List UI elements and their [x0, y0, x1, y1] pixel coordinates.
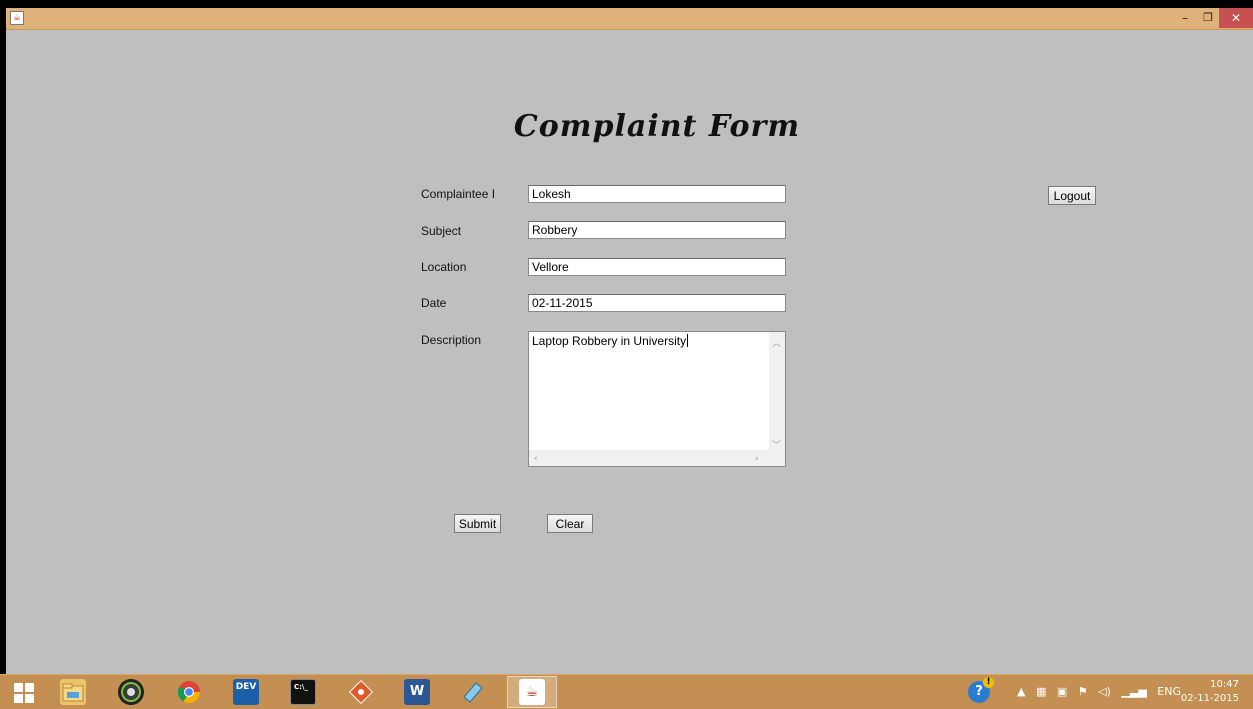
logout-button[interactable]: Logout [1048, 186, 1096, 205]
complaintee-field[interactable] [528, 185, 786, 203]
minimize-button[interactable]: – [1173, 8, 1197, 28]
date-label: Date [421, 296, 447, 310]
taskbar: DEV C:\_ W ☕ ? ! ▲ ▦ ▣ ⚑ ◁) ▁▃▅ ENG 10:4… [0, 674, 1253, 709]
description-textarea[interactable]: Laptop Robbery in University ︿ ﹀ ‹ › [528, 331, 786, 467]
show-hidden-icons-icon[interactable]: ▲ [1017, 685, 1025, 698]
maximize-button[interactable]: ❐ [1197, 8, 1219, 28]
command-prompt-icon[interactable]: C:\_ [290, 679, 316, 705]
battery-icon[interactable]: ▣ [1057, 685, 1067, 698]
network-signal-icon[interactable]: ▁▃▅ [1121, 685, 1146, 698]
title-bar[interactable]: ☕ – ❐ ✕ [6, 8, 1253, 30]
complaintee-label: Complaintee I [421, 187, 496, 201]
warning-icon[interactable]: ! [983, 677, 994, 688]
description-value: Laptop Robbery in University [532, 334, 687, 348]
cmd-label: C:\_ [294, 683, 308, 691]
windows-start-icon[interactable] [14, 683, 34, 703]
clock-date: 02-11-2015 [1180, 693, 1239, 704]
camera-icon[interactable] [118, 679, 144, 705]
vertical-scrollbar[interactable]: ︿ ﹀ [769, 332, 785, 451]
date-field[interactable] [528, 294, 786, 312]
file-explorer-icon[interactable] [60, 679, 86, 705]
language-indicator[interactable]: ENG [1157, 685, 1181, 698]
submit-button[interactable]: Submit [454, 514, 501, 533]
scroll-left-icon[interactable]: ‹ [534, 454, 538, 464]
dev-label: DEV [235, 682, 257, 692]
git-icon[interactable] [348, 679, 374, 705]
subject-label: Subject [421, 224, 462, 238]
word-icon[interactable]: W [404, 679, 430, 705]
location-field[interactable] [528, 258, 786, 276]
volume-icon[interactable]: ◁) [1098, 685, 1111, 698]
close-button[interactable]: ✕ [1219, 8, 1253, 28]
java-icon: ☕ [519, 679, 545, 705]
action-center-icon[interactable]: ▦ [1036, 685, 1046, 698]
text-caret [687, 334, 689, 347]
description-text: Laptop Robbery in University [532, 334, 689, 348]
taskbar-clock[interactable]: 10:47 02-11-2015 [1181, 678, 1239, 706]
flag-icon[interactable]: ⚑ [1078, 685, 1088, 698]
word-label: W [409, 684, 425, 699]
java-app-icon: ☕ [10, 11, 24, 25]
scroll-right-icon[interactable]: › [755, 454, 759, 464]
clear-button[interactable]: Clear [547, 514, 593, 533]
system-tray: ▲ ▦ ▣ ⚑ ◁) ▁▃▅ ENG [1010, 685, 1181, 698]
form-title: Complaint Form [513, 109, 801, 144]
subject-field[interactable] [528, 221, 786, 239]
description-label: Description [421, 333, 482, 347]
notepad-icon[interactable] [460, 679, 486, 705]
horizontal-scrollbar[interactable]: ‹ › [529, 450, 769, 466]
location-label: Location [421, 260, 467, 274]
chrome-icon[interactable] [176, 679, 202, 705]
app-window: ☕ – ❐ ✕ Complaint Form Complaintee I Sub… [6, 8, 1253, 674]
scroll-up-icon[interactable]: ︿ [772, 336, 781, 349]
dev-cpp-icon[interactable]: DEV [233, 679, 259, 705]
clock-time: 10:47 [1210, 679, 1239, 690]
scrollbar-corner [769, 450, 785, 466]
java-task-button[interactable]: ☕ [507, 676, 557, 708]
